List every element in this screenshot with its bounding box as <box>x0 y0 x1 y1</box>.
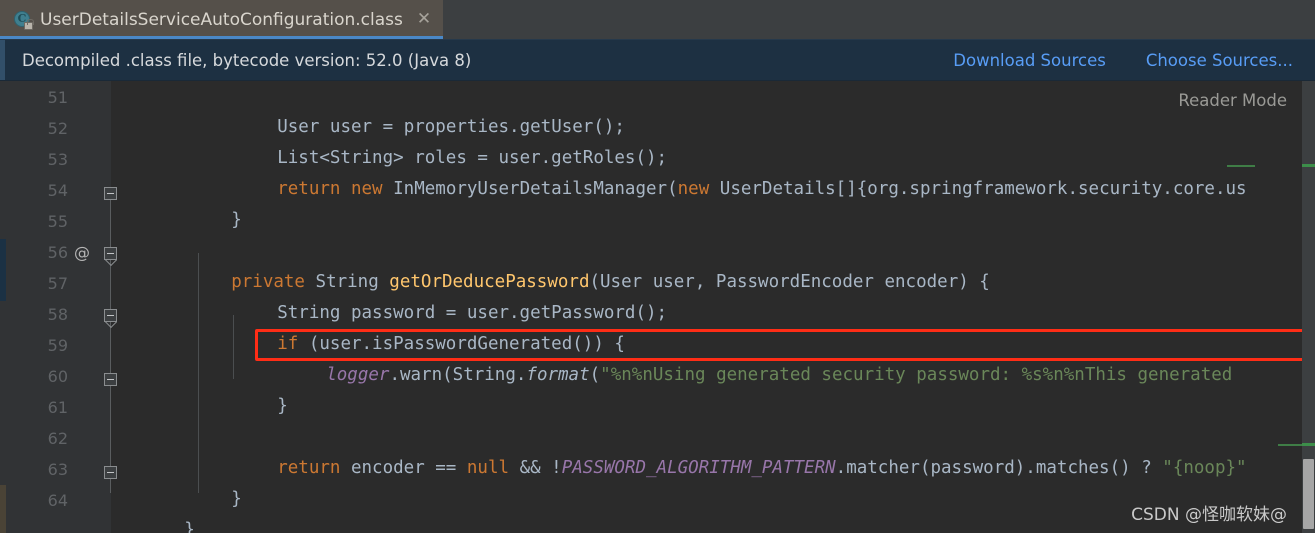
editor-vertical-scrollbar[interactable] <box>1302 81 1315 533</box>
line-number: 57 <box>47 274 68 293</box>
reader-mode-label[interactable]: Reader Mode <box>1178 91 1287 110</box>
code-field-logger: logger <box>326 365 390 385</box>
code-line: return new InMemoryUserDetailsManager(ne… <box>214 143 1247 236</box>
fold-collapse-icon[interactable] <box>104 247 117 260</box>
decompiled-class-notification-bar: Decompiled .class file, bytecode version… <box>0 39 1315 81</box>
notification-accent-stripe <box>0 40 5 80</box>
scrollbar-thumb[interactable] <box>1303 459 1314 529</box>
fold-collapse-icon[interactable] <box>104 309 117 322</box>
fold-collapse-icon[interactable] <box>104 373 117 386</box>
code-string-literal: "%n%nUsing generated security password: … <box>600 365 1233 385</box>
line-number: 60 <box>47 367 68 386</box>
code-line: } <box>121 484 195 533</box>
code-line-highlighted: logger.warn(String.format("%n%nUsing gen… <box>263 329 1232 422</box>
code-keyword: null <box>466 458 510 478</box>
code-token: .matcher(password).matches() ? <box>835 458 1163 478</box>
code-line: return encoder == null && !PASSWORD_ALGO… <box>214 422 1247 515</box>
code-token: ( <box>589 365 601 385</box>
code-token: } <box>231 489 242 509</box>
fold-collapse-icon[interactable] <box>104 466 117 479</box>
line-number: 53 <box>47 150 68 169</box>
java-class-locked-icon: C <box>14 10 34 30</box>
line-number: 51 <box>47 88 68 107</box>
annotation-marker-icon[interactable]: @ <box>74 243 90 262</box>
code-method-format: format <box>526 365 590 385</box>
line-number: 58 <box>47 305 68 324</box>
code-token: InMemoryUserDetailsManager( <box>393 179 678 199</box>
line-number: 56 <box>47 243 68 262</box>
fold-region-start-cap-icon <box>104 322 117 328</box>
code-text-area[interactable]: User user = properties.getUser(); List<S… <box>118 81 1315 533</box>
code-token: UserDetails[]{org.springframework.securi… <box>719 179 1247 199</box>
code-editor[interactable]: 51 52 53 54 55 56 57 58 59 60 61 62 63 6… <box>0 81 1315 533</box>
code-keyword: new <box>677 179 710 199</box>
code-keyword: return <box>277 458 341 478</box>
vcs-change-marker[interactable] <box>1302 443 1315 446</box>
code-token: && ! <box>509 458 562 478</box>
line-number: 62 <box>47 429 68 448</box>
code-token: encoder == <box>340 458 467 478</box>
download-sources-link[interactable]: Download Sources <box>953 51 1106 70</box>
editor-tab-label: UserDetailsServiceAutoConfiguration.clas… <box>40 9 403 30</box>
code-token: } <box>277 396 288 416</box>
code-string-literal: "{noop}" <box>1162 458 1247 478</box>
code-keyword: new <box>350 179 383 199</box>
csdn-watermark: CSDN @怪咖软妹@ <box>1131 505 1287 525</box>
editor-tab-bar: C UserDetailsServiceAutoConfiguration.cl… <box>0 0 1315 39</box>
code-token: .warn(String. <box>389 365 527 385</box>
code-keyword: return <box>277 179 341 199</box>
line-number: 61 <box>47 398 68 417</box>
fold-region-line <box>110 193 111 253</box>
fold-region-start-cap-icon <box>104 260 117 266</box>
code-constant-name: PASSWORD_ALGORITHM_PATTERN <box>561 458 836 478</box>
line-number: 55 <box>47 212 68 231</box>
choose-sources-link[interactable]: Choose Sources... <box>1146 51 1293 70</box>
lock-icon <box>24 18 34 30</box>
line-number: 64 <box>47 491 68 510</box>
line-number: 63 <box>47 460 68 479</box>
line-number: 54 <box>47 181 68 200</box>
editor-gutter[interactable]: 51 52 53 54 55 56 57 58 59 60 61 62 63 6… <box>6 81 110 533</box>
fold-collapse-icon[interactable] <box>104 187 117 200</box>
vcs-change-marker[interactable] <box>1302 164 1315 167</box>
vcs-inline-marker <box>1227 165 1255 167</box>
notification-message: Decompiled .class file, bytecode version… <box>22 50 472 70</box>
line-number: 52 <box>47 119 68 138</box>
editor-tab-userdetailsserviceautoconfiguration[interactable]: C UserDetailsServiceAutoConfiguration.cl… <box>0 0 444 39</box>
close-icon[interactable]: ✕ <box>415 11 433 28</box>
notification-actions: Download Sources Choose Sources... <box>953 40 1293 80</box>
code-token: } <box>231 210 242 230</box>
code-token: } <box>184 520 195 533</box>
line-number: 59 <box>47 336 68 355</box>
